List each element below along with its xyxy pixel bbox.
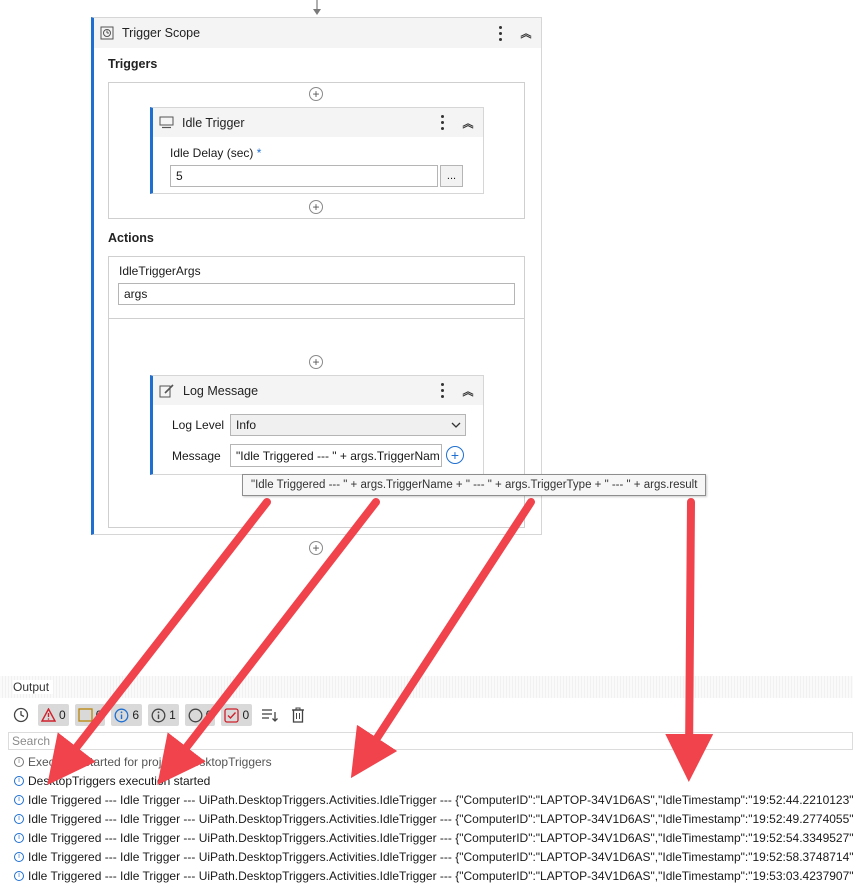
log-line[interactable]: i Idle Triggered --- Idle Trigger --- UiP… (14, 809, 853, 828)
message-label: Message (172, 449, 221, 463)
add-activity-icon[interactable]: + (309, 355, 323, 369)
trace-icon: i (14, 756, 24, 767)
info-icon: i (14, 775, 24, 786)
output-panel-titlebar[interactable] (0, 676, 853, 698)
pencil-note-icon (159, 384, 174, 398)
warnings-count: 0 (95, 708, 103, 722)
verbose-icon (188, 708, 203, 722)
add-activity-below-scope-icon[interactable]: + (309, 541, 323, 555)
trigger-scope-header[interactable]: Trigger Scope ︽ (94, 18, 541, 48)
trace-filter-button[interactable]: 1 (148, 704, 179, 726)
collapse-icon[interactable]: ︽ (515, 25, 537, 41)
info-icon: i (14, 851, 24, 862)
info-count: 6 (132, 708, 140, 722)
required-asterisk: * (256, 146, 262, 160)
log-level-label: Log Level (172, 418, 225, 432)
chevron-down-icon (451, 422, 461, 428)
clock-icon (13, 707, 29, 723)
log-line[interactable]: i DesktopTriggers execution started (14, 771, 210, 790)
log-line[interactable]: i Idle Triggered --- Idle Trigger --- UiP… (14, 866, 853, 885)
log-message-header[interactable]: Log Message ︽ (153, 376, 483, 405)
log-level-value: Info (236, 418, 257, 432)
log-line[interactable]: i Idle Triggered --- Idle Trigger --- UiP… (14, 790, 853, 809)
info-filter-button[interactable]: 6 (111, 704, 143, 726)
collapse-icon[interactable]: ︽ (457, 115, 479, 131)
more-options-icon[interactable] (433, 115, 451, 130)
idle-delay-ellipsis-button[interactable]: ... (440, 165, 463, 187)
warnings-filter-button[interactable]: 0 (74, 704, 106, 726)
log-line-text: DesktopTriggers execution started (28, 773, 211, 788)
checks-count: 0 (242, 708, 250, 722)
idle-delay-label: Idle Delay (sec) (170, 146, 254, 160)
message-input[interactable]: "Idle Triggered --- " + args.TriggerNam (230, 444, 442, 467)
log-line-text: Idle Triggered --- Idle Trigger --- UiPa… (28, 849, 853, 864)
log-line-text: Idle Triggered --- Idle Trigger --- UiPa… (28, 811, 853, 826)
add-trigger-bottom-icon[interactable]: + (309, 200, 323, 214)
idle-trigger-header[interactable]: Idle Trigger ︽ (153, 108, 483, 137)
log-line-text: Execution started for project: DesktopTr… (28, 754, 272, 769)
more-options-icon[interactable] (433, 383, 451, 398)
actions-divider (108, 318, 525, 319)
checks-filter-button[interactable]: 0 (221, 704, 253, 726)
more-options-icon[interactable] (491, 25, 509, 41)
info-icon: i (14, 813, 24, 824)
info-icon: i (14, 832, 24, 843)
trace-icon (151, 708, 166, 722)
collapse-icon[interactable]: ︽ (457, 383, 479, 399)
log-line-text: Idle Triggered --- Idle Trigger --- UiPa… (28, 792, 853, 807)
add-trigger-top-icon[interactable]: + (309, 87, 323, 101)
info-icon: i (14, 870, 24, 881)
log-line-text: Idle Triggered --- Idle Trigger --- UiPa… (28, 868, 853, 883)
errors-filter-button[interactable]: 0 (38, 704, 69, 726)
log-level-select[interactable]: Info (230, 414, 466, 436)
idle-delay-input[interactable]: 5 (170, 165, 438, 187)
clock-filter-button[interactable] (10, 704, 32, 726)
actions-section-label: Actions (108, 231, 154, 245)
errors-count: 0 (59, 708, 66, 722)
trace-count: 1 (169, 708, 176, 722)
trash-icon (292, 707, 305, 723)
info-icon: i (14, 794, 24, 805)
log-line[interactable]: i Idle Triggered --- Idle Trigger --- UiP… (14, 847, 853, 866)
verbose-count: 0 (205, 708, 213, 722)
args-input[interactable]: args (118, 283, 515, 305)
verbose-filter-button[interactable]: 0 (184, 704, 216, 726)
idle-delay-label-row: Idle Delay (sec) * (170, 146, 261, 160)
log-message-title: Log Message (183, 383, 259, 398)
log-line[interactable]: i Idle Triggered --- Idle Trigger --- UiP… (14, 828, 853, 847)
flow-connector-arrow (313, 0, 321, 15)
idle-trigger-args-label: IdleTriggerArgs (119, 264, 201, 278)
triggers-section-label: Triggers (108, 57, 158, 71)
checkbox-icon (224, 707, 240, 723)
trigger-scope-icon (100, 26, 114, 40)
output-search-input[interactable]: Search (8, 732, 853, 750)
log-line[interactable]: i Execution started for project: DesktopT… (14, 752, 272, 771)
trigger-scope-title: Trigger Scope (122, 26, 201, 40)
idle-trigger-title: Idle Trigger (182, 115, 245, 130)
message-expression-tooltip: "Idle Triggered --- " + args.TriggerName… (242, 474, 707, 496)
output-toolbar: 0 0 6 1 0 0 (10, 702, 308, 728)
monitor-icon (159, 116, 174, 129)
clear-output-button[interactable] (288, 704, 308, 726)
error-triangle-icon (41, 708, 56, 722)
output-panel-title: Output (13, 680, 54, 694)
add-variable-plus-icon[interactable]: + (446, 446, 464, 464)
list-sort-icon (262, 709, 279, 722)
warning-icon (78, 708, 93, 722)
info-icon (114, 708, 129, 722)
log-line-text: Idle Triggered --- Idle Trigger --- UiPa… (28, 830, 853, 845)
sort-list-button[interactable] (258, 704, 282, 726)
